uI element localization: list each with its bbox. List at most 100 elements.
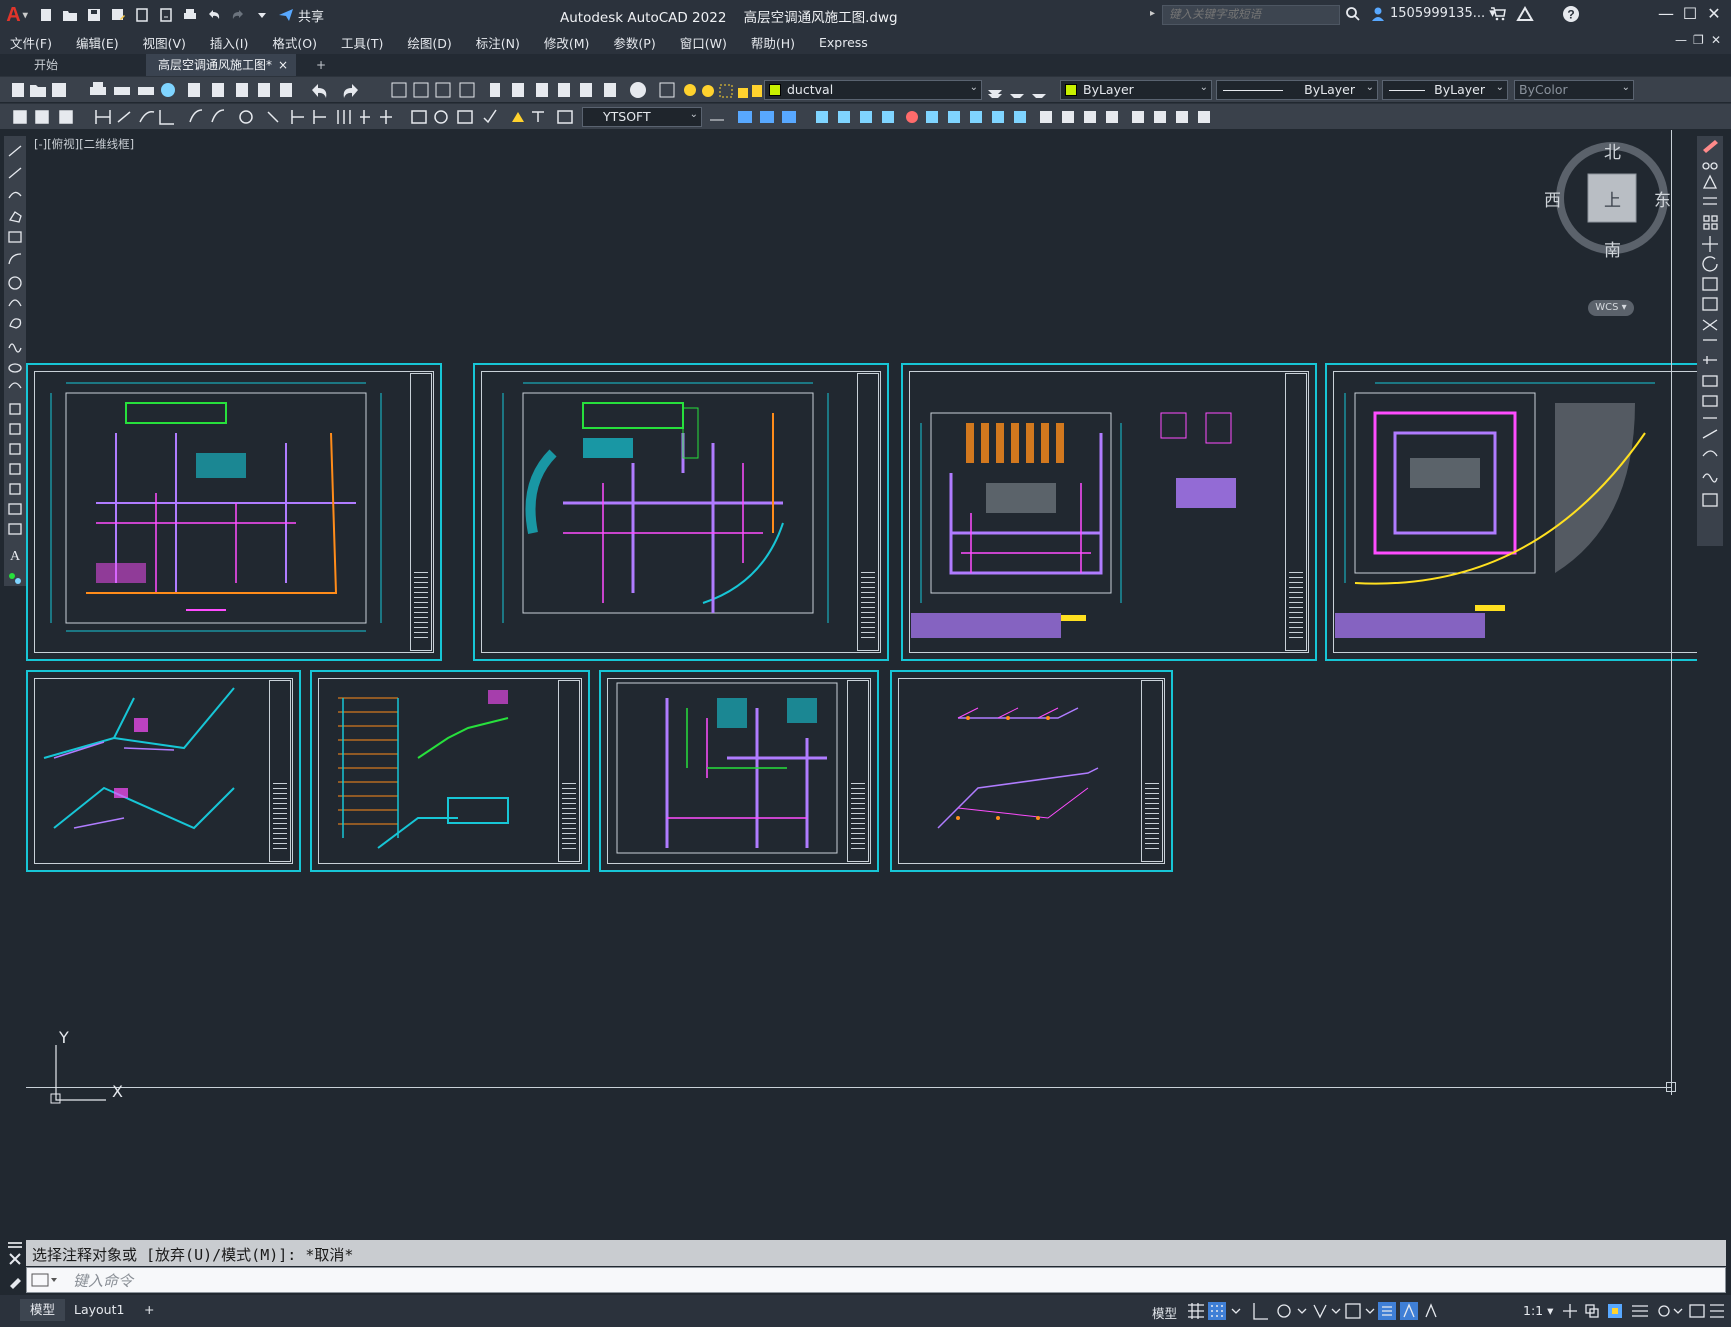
layer-tools-icons[interactable]: [986, 82, 1052, 100]
status-right-icons[interactable]: [1560, 1301, 1728, 1321]
save-icon[interactable]: [84, 6, 104, 24]
menu-insert[interactable]: 插入(I): [210, 33, 248, 52]
draw-toolbar-icons[interactable]: A: [4, 136, 26, 586]
lineweight-dropdown[interactable]: ByLayer ⌄: [1382, 80, 1508, 100]
menu-format[interactable]: 格式(O): [272, 33, 317, 52]
tab-drawing[interactable]: 高层空调通风施工图* ×: [146, 54, 296, 76]
save-as-icon[interactable]: [108, 6, 128, 24]
compass-west[interactable]: 西: [1544, 186, 1561, 211]
command-prompt-icon[interactable]: [31, 1272, 59, 1292]
linetype-dropdown[interactable]: ByLayer ⌄: [1216, 80, 1378, 100]
grip-square[interactable]: [1666, 1082, 1676, 1092]
menu-edit[interactable]: 编辑(E): [76, 33, 119, 52]
customize-qat-chevron-down-icon[interactable]: [252, 6, 272, 24]
share-label: 共享: [298, 9, 325, 25]
drawing-sheet-1[interactable]: [26, 363, 442, 661]
drawing-sheet-7[interactable]: [599, 670, 879, 872]
open-web-icon[interactable]: [132, 6, 152, 24]
modify-palette-icons[interactable]: [1697, 136, 1723, 546]
ucs-y-label: Y: [59, 1028, 69, 1047]
isometric-drawing: [937, 707, 1099, 829]
layer-color-swatch: [769, 84, 781, 96]
user-icon[interactable]: [1370, 6, 1386, 26]
doc-restore-icon[interactable]: ❐: [1693, 33, 1704, 47]
autocad-logo[interactable]: A ▾: [0, 0, 34, 30]
redo-icon[interactable]: [228, 6, 248, 24]
search-expand-icon[interactable]: ▸: [1150, 8, 1155, 19]
tab-layout1[interactable]: Layout1: [64, 1299, 134, 1321]
isometric-drawing: [43, 687, 235, 830]
text-style-dropdown[interactable]: YTSOFT ⌄: [582, 107, 702, 127]
title-block: [558, 680, 580, 862]
send-icon: [279, 9, 293, 21]
compass-east[interactable]: 东: [1654, 186, 1671, 211]
compass-south[interactable]: 南: [1604, 236, 1621, 261]
compass-north[interactable]: 北: [1604, 138, 1621, 163]
tab-model[interactable]: 模型: [20, 1299, 66, 1321]
menu-dimension[interactable]: 标注(N): [476, 33, 520, 52]
menu-help[interactable]: 帮助(H): [751, 33, 795, 52]
new-tab-button[interactable]: +: [308, 54, 334, 76]
viewport-controls-label[interactable]: [-][俯视][二维线框]: [34, 136, 134, 152]
modify-toolbar-icons[interactable]: [706, 104, 1216, 130]
menu-parametric[interactable]: 参数(P): [613, 33, 655, 52]
new-file-icon[interactable]: [36, 6, 56, 24]
undo-icon[interactable]: [204, 6, 224, 24]
layer-dropdown[interactable]: ductval ⌄: [764, 80, 982, 100]
plotstyle-dropdown[interactable]: ByColor ⌄: [1514, 80, 1634, 100]
command-line-grip[interactable]: [6, 1240, 24, 1292]
color-combo-value: ByLayer: [1083, 82, 1134, 97]
menu-tools[interactable]: 工具(T): [341, 33, 383, 52]
menu-view[interactable]: 视图(V): [143, 33, 186, 52]
cart-icon[interactable]: [1490, 6, 1506, 26]
layer-state-icons[interactable]: [682, 82, 762, 104]
color-dropdown[interactable]: ByLayer ⌄: [1060, 80, 1212, 100]
minimize-icon[interactable]: —: [1656, 4, 1676, 24]
command-input[interactable]: [73, 1272, 1673, 1290]
drawing-sheet-4[interactable]: [1325, 363, 1697, 661]
drawing-canvas[interactable]: [-][俯视][二维线框] 北 南 东 西 上 WCS ▾ Y X: [26, 130, 1697, 1235]
help-icon[interactable]: ?: [1562, 5, 1580, 27]
svg-text:A: A: [10, 549, 21, 564]
add-layout-button[interactable]: +: [134, 1299, 164, 1321]
tab-model-label: 模型: [30, 1302, 56, 1317]
tab-close-icon[interactable]: ×: [278, 54, 288, 76]
plot-icon[interactable]: [180, 6, 200, 24]
autodesk-app-icon[interactable]: [1516, 6, 1534, 26]
tab-drawing-label: 高层空调通风施工图*: [158, 58, 273, 72]
doc-close-icon[interactable]: ✕: [1711, 33, 1721, 47]
maximize-icon[interactable]: ☐: [1680, 4, 1700, 24]
menu-file[interactable]: 文件(F): [10, 33, 52, 52]
tab-start[interactable]: 开始: [22, 54, 142, 76]
annotation-scale[interactable]: 1:1 ▾: [1523, 1303, 1553, 1318]
color-swatch: [1065, 84, 1077, 96]
menu-modify[interactable]: 修改(M): [544, 33, 590, 52]
open-folder-icon[interactable]: [60, 6, 80, 24]
share-button[interactable]: 共享: [278, 6, 324, 25]
dimension-toolbar: YTSOFT ⌄: [0, 103, 1731, 129]
wcs-menu-button[interactable]: WCS ▾: [1588, 300, 1634, 316]
close-icon[interactable]: ✕: [1704, 4, 1724, 24]
save-web-icon[interactable]: [156, 6, 176, 24]
drawing-sheet-5[interactable]: [26, 670, 301, 872]
menu-express[interactable]: Express: [819, 35, 868, 50]
user-account[interactable]: 1505999135... ▾: [1390, 6, 1496, 21]
model-space-button[interactable]: 模型: [1152, 1303, 1177, 1322]
search-icon[interactable]: [1345, 6, 1361, 26]
drawing-sheet-3[interactable]: [901, 363, 1317, 661]
drawing-sheet-2[interactable]: [473, 363, 889, 661]
command-input-bar[interactable]: [26, 1267, 1726, 1293]
dimension-toolbar-icons[interactable]: [0, 104, 580, 130]
drawing-sheet-8[interactable]: [890, 670, 1173, 872]
viewcube[interactable]: 北 南 东 西 上: [1544, 138, 1672, 261]
search-input[interactable]: [1162, 5, 1340, 25]
status-toggles[interactable]: [1186, 1301, 1526, 1321]
command-history: 选择注释对象或 [放弃(U)/模式(M)]: *取消*: [26, 1240, 1726, 1266]
doc-minimize-icon[interactable]: —: [1675, 33, 1687, 47]
floor-plan-drawing: [911, 412, 1236, 638]
viewcube-top-face[interactable]: 上: [1604, 186, 1621, 211]
menu-draw[interactable]: 绘图(D): [407, 33, 451, 52]
floor-plan-drawing: [1335, 382, 1655, 638]
menu-window[interactable]: 窗口(W): [680, 33, 727, 52]
drawing-sheet-6[interactable]: [310, 670, 590, 872]
